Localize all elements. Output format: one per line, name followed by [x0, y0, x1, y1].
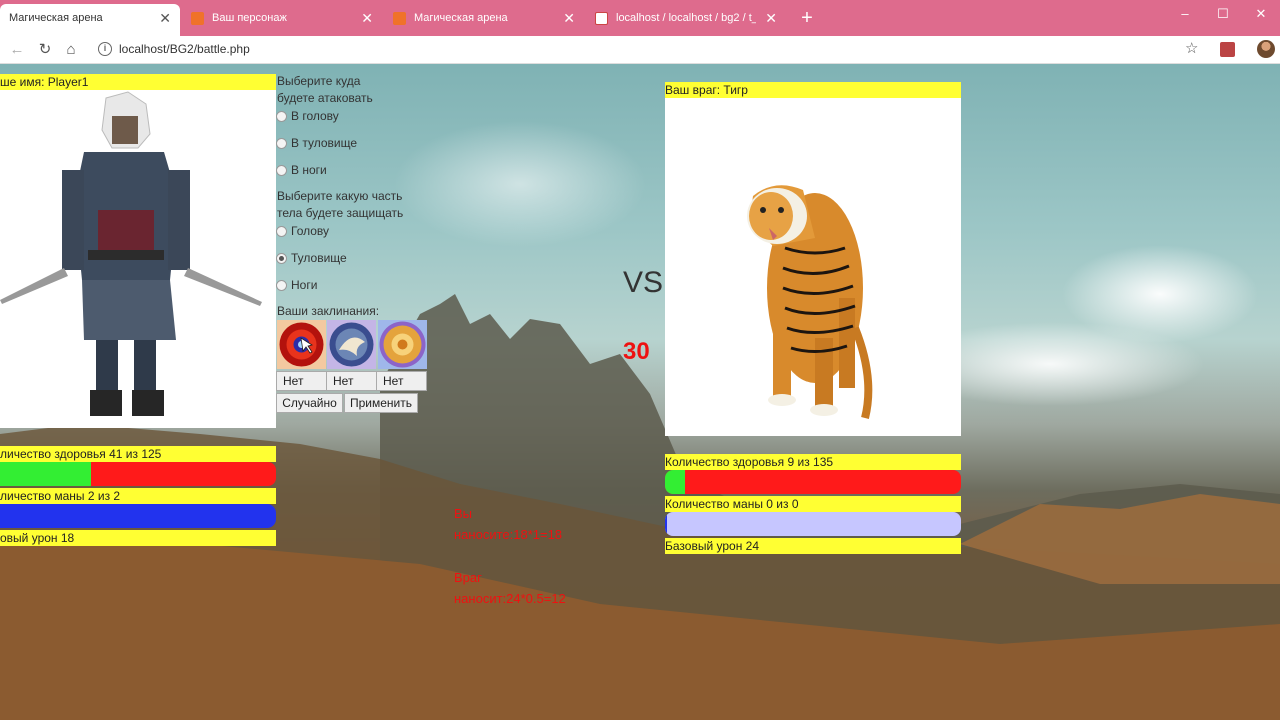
radio-dot-selected[interactable]: [276, 252, 287, 264]
browser-toolbar: ← ↻ ⌂ i localhost/BG2/battle.php ☆: [0, 36, 1280, 64]
random-button[interactable]: Случайно: [276, 393, 343, 413]
phpmyadmin-favicon-icon: [595, 12, 608, 25]
battle-log-player: Вы наносите:18*1=18: [454, 503, 562, 545]
radio-dot[interactable]: [276, 164, 287, 176]
radio-dot[interactable]: [276, 110, 287, 122]
battle-log-enemy: Враг наносит:24*0.5=12: [454, 567, 566, 609]
xampp-favicon-icon: [191, 12, 204, 25]
tab-title: Магическая арена: [414, 12, 508, 24]
spell-slot-1-select[interactable]: Нет: [276, 371, 327, 391]
attack-prompt: Выберите куда будете атаковать: [277, 74, 373, 105]
player-damage-label: овый урон 18: [0, 530, 276, 546]
extension-icon[interactable]: [1220, 42, 1235, 57]
apply-button[interactable]: Применить: [344, 393, 418, 413]
enemy-damage-label: Базовый урон 24: [665, 538, 961, 554]
radio-label: Ноги: [291, 278, 318, 292]
player-name-label: ше имя: Player1: [0, 74, 276, 90]
profile-avatar[interactable]: [1257, 40, 1275, 58]
radio-label: В ноги: [291, 163, 327, 177]
bookmark-star-icon[interactable]: ☆: [1185, 39, 1198, 57]
enemy-name-label: Ваш враг: Тигр: [665, 82, 961, 98]
xampp-favicon-icon: [393, 12, 406, 25]
tab-magic-arena[interactable]: Магическая арена ✕: [0, 4, 180, 36]
tab-character[interactable]: Ваш персонаж ✕: [182, 4, 382, 36]
attack-option-torso[interactable]: В туловище: [276, 136, 357, 150]
close-tab-icon[interactable]: ✕: [765, 4, 777, 32]
defend-option-head[interactable]: Голову: [276, 224, 329, 238]
enemy-log-line-1: Враг: [454, 570, 482, 585]
close-tab-icon[interactable]: ✕: [159, 4, 171, 32]
tab-magic-arena-2[interactable]: Магическая арена ✕: [384, 4, 584, 36]
enemy-mana-label: Количество маны 0 из 0: [665, 496, 961, 512]
tiger-icon: [747, 185, 873, 419]
address-bar[interactable]: localhost/BG2/battle.php: [119, 42, 250, 56]
minimize-button[interactable]: –: [1166, 0, 1204, 30]
tab-strip: Магическая арена ✕ Ваш персонаж ✕ Магиче…: [0, 0, 1280, 36]
enemy-health-label: Количество здоровья 9 из 135: [665, 454, 961, 470]
radio-label: Туловище: [291, 251, 347, 265]
player-avatar-image: [0, 90, 276, 428]
tab-phpmyadmin[interactable]: localhost / localhost / bg2 / t_bat ✕: [586, 4, 786, 36]
attack-option-legs[interactable]: В ноги: [276, 163, 327, 177]
defend-option-legs[interactable]: Ноги: [276, 278, 317, 292]
player-mana-bar: [0, 504, 276, 528]
assassin-figure-icon: [0, 91, 262, 416]
radio-dot[interactable]: [276, 137, 287, 149]
info-icon[interactable]: i: [98, 42, 112, 56]
radio-label: В голову: [291, 109, 339, 123]
tab-title: localhost / localhost / bg2 / t_bat: [616, 12, 756, 24]
new-tab-button[interactable]: +: [796, 5, 818, 31]
enemy-health-bar: [665, 470, 961, 494]
defend-option-torso[interactable]: Туловище: [276, 251, 347, 265]
player-health-fill: [0, 462, 92, 486]
close-tab-icon[interactable]: ✕: [563, 4, 575, 32]
enemy-mana-bar: [665, 512, 961, 536]
golden-sun-icon[interactable]: [378, 320, 427, 369]
radio-dot[interactable]: [276, 279, 287, 291]
enemy-health-fill: [665, 470, 685, 494]
radio-dot[interactable]: [276, 225, 287, 237]
close-tab-icon[interactable]: ✕: [361, 4, 373, 32]
tab-title: Ваш персонаж: [212, 12, 287, 24]
fire-orb-icon[interactable]: [277, 320, 326, 369]
enemy-avatar-image: [665, 98, 961, 436]
radio-label: В туловище: [291, 136, 358, 150]
turn-timer: 30: [623, 338, 650, 365]
close-window-button[interactable]: ✕: [1242, 0, 1280, 30]
enemy-log-line-2: наносит:24*0.5=12: [454, 591, 566, 606]
player-log-line-1: Вы: [454, 506, 473, 521]
reload-icon[interactable]: ↻: [34, 39, 56, 61]
vs-label: VS: [623, 266, 664, 299]
player-health-label: личество здоровья 41 из 125: [0, 446, 276, 462]
defend-prompt: Выберите какую часть тела будете защищат…: [277, 189, 404, 220]
maximize-button[interactable]: ☐: [1204, 0, 1242, 30]
spell-slot-3-select[interactable]: Нет: [376, 371, 427, 391]
player-mana-label: личество маны 2 из 2: [0, 488, 276, 504]
player-health-bar: [0, 462, 276, 486]
radio-label: Голову: [291, 224, 330, 238]
player-mana-fill: [0, 504, 276, 528]
home-icon[interactable]: ⌂: [60, 39, 82, 61]
tab-title: Магическая арена: [9, 12, 103, 24]
player-log-line-2: наносите:18*1=18: [454, 527, 563, 542]
back-arrow-icon[interactable]: ←: [6, 39, 28, 61]
dragon-rune-icon[interactable]: [327, 320, 376, 369]
attack-option-head[interactable]: В голову: [276, 109, 339, 123]
spells-label: Ваши заклинания:: [277, 304, 380, 318]
spell-slot-2-select[interactable]: Нет: [326, 371, 377, 391]
